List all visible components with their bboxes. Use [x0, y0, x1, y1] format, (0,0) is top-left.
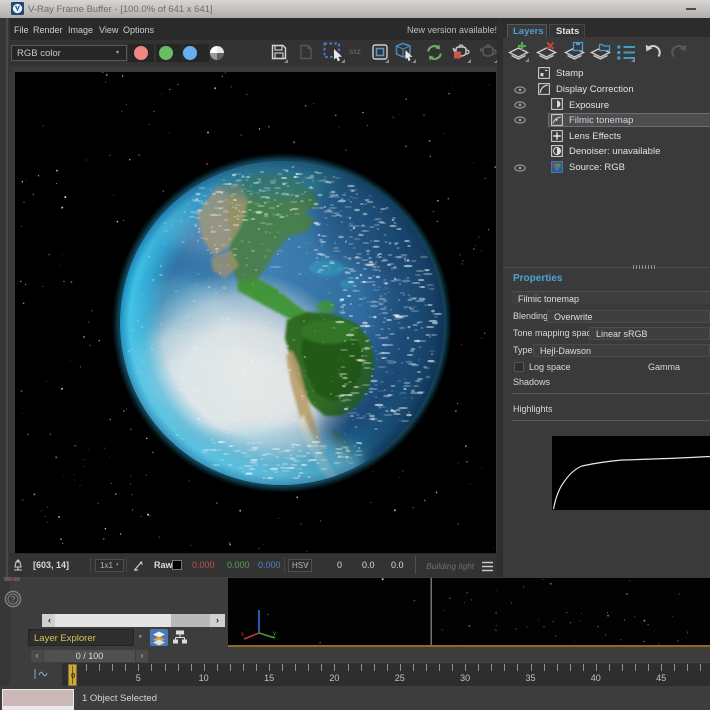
svg-text:?: ?	[11, 594, 16, 604]
